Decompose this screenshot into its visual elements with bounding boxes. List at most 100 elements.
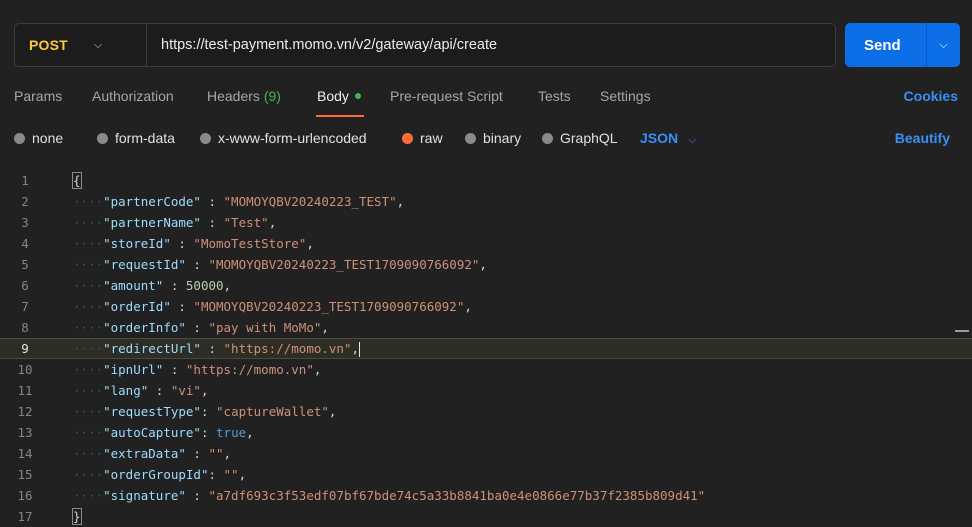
tab-params[interactable]: Params (14, 88, 62, 104)
line-number: 6 (21, 278, 29, 293)
code-text: ····"signature" : "a7df693c3f53edf07bf67… (73, 485, 705, 506)
radio-none-label: none (32, 130, 64, 146)
json-key: "amount" (103, 278, 164, 293)
indent-guide: ···· (73, 236, 104, 251)
json-comma: , (306, 236, 314, 251)
json-key: "orderGroupId" (103, 467, 209, 482)
json-value: "vi" (170, 383, 201, 398)
code-line[interactable]: 12 ····"requestType": "captureWallet", (0, 401, 972, 422)
code-line[interactable]: 6 ····"amount" : 50000, (0, 275, 972, 296)
json-comma: , (321, 320, 329, 335)
code-text: ····"amount" : 50000, (73, 275, 231, 296)
send-label: Send (864, 36, 901, 54)
code-text: ····"redirectUrl" : "https://momo.vn", (73, 339, 360, 358)
json-colon: : (200, 341, 224, 356)
indent-guide: ···· (73, 488, 104, 503)
json-comma: , (351, 341, 359, 356)
send-options-chevron-icon[interactable]: ⌵ (927, 39, 960, 52)
code-line[interactable]: 10 ····"ipnUrl" : "https://momo.vn", (0, 359, 972, 380)
tab-authorization[interactable]: Authorization (92, 88, 174, 104)
tab-settings[interactable]: Settings (600, 88, 651, 104)
tab-pre-request-script[interactable]: Pre-request Script (390, 88, 503, 104)
beautify-button[interactable]: Beautify (895, 130, 950, 146)
code-line[interactable]: 7 ····"orderId" : "MOMOYQBV20240223_TEST1… (0, 296, 972, 317)
radio-raw[interactable]: raw (402, 130, 443, 146)
json-key: "partnerCode" (103, 194, 201, 209)
json-colon: : (200, 404, 217, 419)
cookies-link[interactable]: Cookies (904, 88, 958, 104)
body-status-dot-icon (354, 93, 361, 100)
radio-none[interactable]: none (14, 130, 63, 146)
radio-graphql[interactable]: GraphQL (542, 130, 618, 146)
json-colon: : (200, 194, 224, 209)
json-key: "signature" (103, 488, 186, 503)
json-key: "storeId" (103, 236, 171, 251)
code-text: ····"storeId" : "MomoTestStore", (73, 233, 314, 254)
json-comma: , (223, 446, 232, 461)
code-text: ····"requestType": "captureWallet", (73, 401, 336, 422)
line-number: 12 (17, 404, 33, 419)
line-number: 16 (17, 488, 33, 503)
indent-guide: ···· (73, 446, 104, 461)
code-line[interactable]: 15 ····"orderGroupId": "", (0, 464, 972, 485)
radio-urlencoded-label: x-www-form-urlencoded (218, 130, 367, 146)
json-colon: : (148, 383, 171, 398)
send-button[interactable]: Send ⌵ (845, 23, 960, 67)
json-key: "lang" (103, 383, 149, 398)
indent-guide: ···· (73, 215, 104, 230)
code-editor[interactable]: 1{2 ····"partnerCode" : "MOMOYQBV20240223… (0, 170, 972, 527)
json-colon: : (163, 278, 186, 293)
radio-form-data-label: form-data (115, 130, 175, 146)
line-number: 3 (21, 215, 29, 230)
tab-body[interactable]: Body (317, 88, 361, 104)
json-key: "orderInfo" (103, 320, 186, 335)
json-comma: , (268, 215, 277, 230)
format-dropdown[interactable]: JSON ⌵ (640, 130, 696, 147)
json-comma: , (200, 383, 209, 398)
code-line[interactable]: 17} (0, 506, 972, 527)
code-line[interactable]: 16 ····"signature" : "a7df693c3f53edf07bf… (0, 485, 972, 506)
tab-tests[interactable]: Tests (538, 88, 571, 104)
code-text: ····"autoCapture": true, (73, 422, 254, 443)
code-line[interactable]: 11 ····"lang" : "vi", (0, 380, 972, 401)
json-colon: : (185, 446, 209, 461)
code-line[interactable]: 3 ····"partnerName" : "Test", (0, 212, 972, 233)
json-colon: : (185, 488, 209, 503)
radio-icon (14, 132, 25, 144)
code-line[interactable]: 2 ····"partnerCode" : "MOMOYQBV20240223_T… (0, 191, 972, 212)
code-text: ····"requestId" : "MOMOYQBV20240223_TEST… (73, 254, 487, 275)
request-bar: POST ⌵ https://test-payment.momo.vn/v2/g… (14, 23, 836, 67)
json-value: true (216, 425, 247, 440)
json-colon: : (200, 215, 224, 230)
radio-urlencoded[interactable]: x-www-form-urlencoded (200, 130, 367, 146)
tab-headers[interactable]: Headers (9) (207, 88, 281, 104)
json-key: "requestId" (103, 257, 186, 272)
radio-binary[interactable]: binary (465, 130, 521, 146)
json-comma: , (238, 467, 247, 482)
json-comma: , (246, 425, 254, 440)
code-line[interactable]: 14 ····"extraData" : "", (0, 443, 972, 464)
code-line[interactable]: 1{ (0, 170, 972, 191)
code-text: ····"orderId" : "MOMOYQBV20240223_TEST17… (73, 296, 472, 317)
line-number: 15 (17, 467, 33, 482)
code-line[interactable]: 8 ····"orderInfo" : "pay with MoMo", (0, 317, 972, 338)
json-value: "https://momo.vn" (185, 362, 314, 377)
line-number: 5 (21, 257, 29, 272)
method-selector[interactable]: POST ⌵ (15, 24, 147, 66)
code-text: ····"extraData" : "", (73, 443, 231, 464)
code-line[interactable]: 5 ····"requestId" : "MOMOYQBV20240223_TES… (0, 254, 972, 275)
postman-window: POST ⌵ https://test-payment.momo.vn/v2/g… (0, 0, 972, 527)
json-key: "orderId" (103, 299, 171, 314)
code-line[interactable]: 9 ····"redirectUrl" : "https://momo.vn", (0, 338, 972, 359)
url-input[interactable]: https://test-payment.momo.vn/v2/gateway/… (147, 37, 497, 53)
request-tabs: Params Authorization Headers (9) Body Pr… (0, 88, 972, 118)
line-number: 8 (21, 320, 29, 335)
radio-icon (97, 132, 108, 144)
radio-form-data[interactable]: form-data (97, 130, 175, 146)
json-value: "https://momo.vn" (223, 341, 352, 356)
json-colon: : (170, 236, 194, 251)
code-line[interactable]: 4 ····"storeId" : "MomoTestStore", (0, 233, 972, 254)
code-line[interactable]: 13 ····"autoCapture": true, (0, 422, 972, 443)
indent-guide: ···· (73, 320, 104, 335)
line-number: 7 (21, 299, 29, 314)
